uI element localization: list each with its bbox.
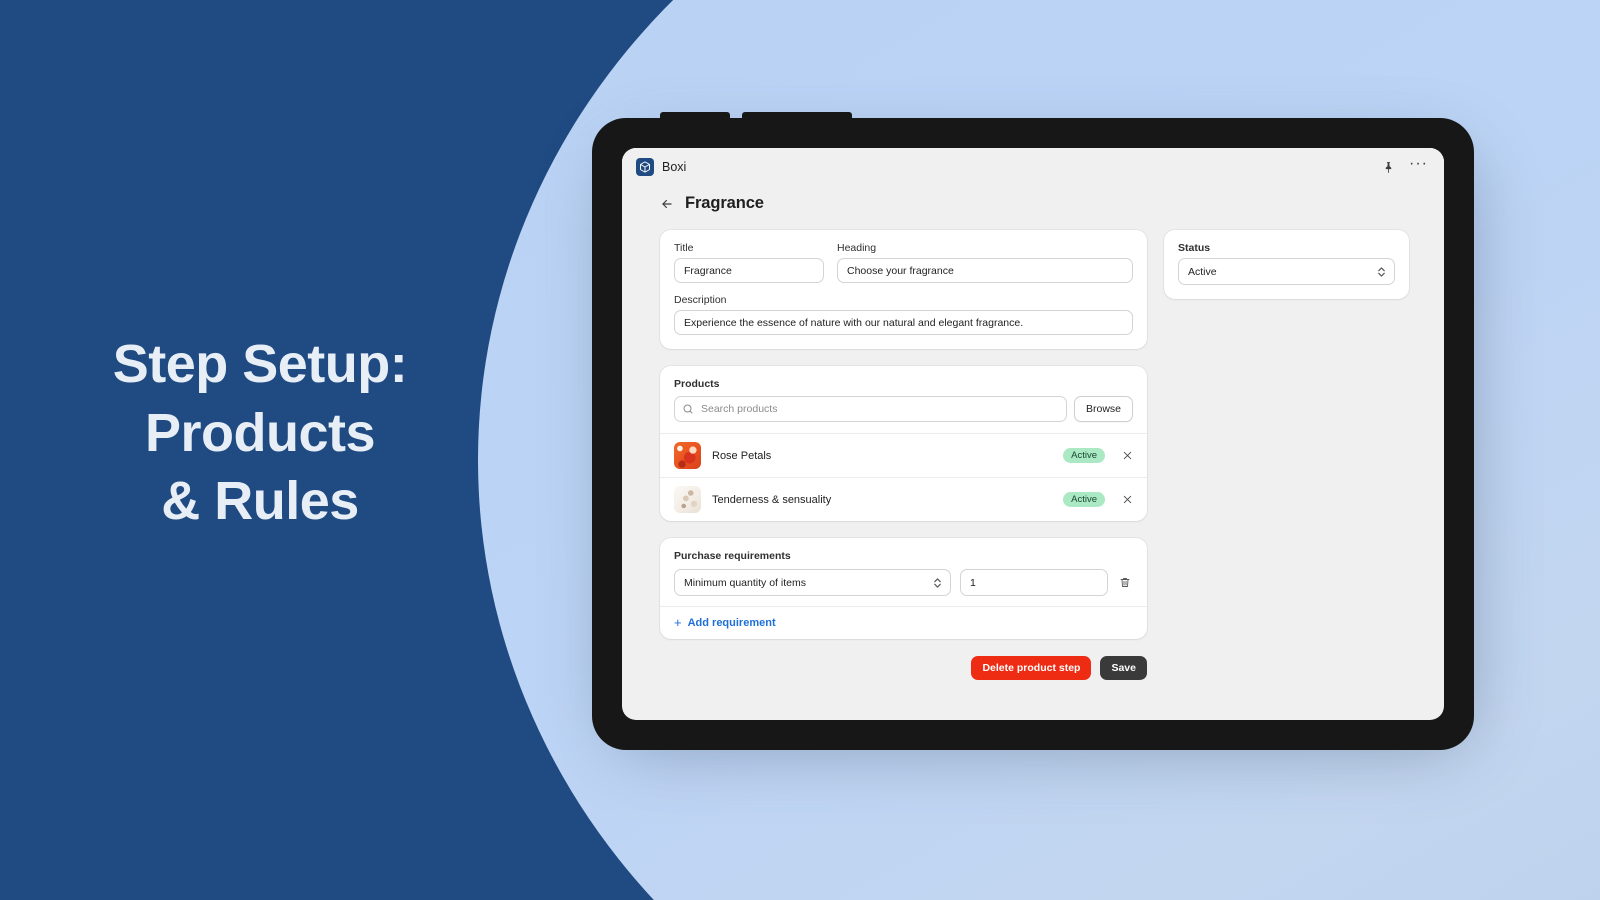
status-select[interactable]: Active	[1178, 258, 1395, 285]
requirements-heading: Purchase requirements	[674, 550, 791, 562]
title-field-group: Title	[674, 242, 824, 283]
search-input[interactable]	[674, 396, 1067, 422]
search-box	[674, 396, 1067, 422]
description-input[interactable]	[674, 310, 1133, 335]
box-3d-icon	[636, 158, 654, 176]
product-row-actions: Active	[1063, 448, 1133, 463]
status-badge: Active	[1063, 448, 1105, 463]
title-input[interactable]	[674, 258, 824, 283]
product-name: Tenderness & sensuality	[712, 493, 832, 506]
delete-product-step-button[interactable]: Delete product step	[971, 656, 1092, 680]
page-header: Fragrance	[660, 194, 1416, 213]
browse-button[interactable]: Browse	[1073, 396, 1133, 422]
add-requirement-button[interactable]: + Add requirement	[674, 616, 776, 629]
page-title: Fragrance	[685, 194, 764, 212]
title-label: Title	[674, 242, 694, 254]
products-card: Products Search products Browse Rose Pet…	[660, 366, 1147, 521]
close-icon[interactable]	[1122, 450, 1133, 461]
heading-input[interactable]	[837, 258, 1133, 283]
product-name: Rose Petals	[712, 449, 772, 462]
rose-petals-thumbnail	[674, 442, 701, 469]
tablet-device-frame: Boxi ··· Fragrance Title Fragrance Headi…	[592, 112, 1474, 750]
app-bar: Boxi ···	[622, 148, 1444, 186]
content-columns: Title Heading Description	[660, 230, 1416, 680]
hero-line-2: Products	[144, 402, 376, 463]
pin-icon[interactable]	[1382, 161, 1395, 174]
product-row-actions: Active	[1063, 492, 1133, 507]
chevron-updown-icon	[933, 576, 942, 589]
status-card: Status Active	[1164, 230, 1409, 299]
requirement-value-input[interactable]	[960, 569, 1108, 596]
app-brand-name: Boxi	[662, 160, 687, 174]
status-label: Status	[1178, 242, 1211, 254]
heading-field-group: Heading	[837, 242, 1133, 283]
products-search-row: Browse	[674, 396, 1133, 422]
step-details-card: Title Heading Description	[660, 230, 1147, 349]
more-horizontal-icon[interactable]: ···	[1409, 156, 1428, 174]
side-column: Status Active	[1164, 230, 1409, 316]
requirement-row: Minimum quantity of items	[674, 569, 1133, 596]
screenshot-stage: Step Setup: Products & Rules Boxi ··· Fr…	[0, 0, 1600, 900]
device-volume-button	[660, 112, 730, 120]
title-heading-row: Title Heading	[674, 242, 1133, 283]
close-icon[interactable]	[1122, 494, 1133, 505]
page-content: Fragrance Title Fragrance Heading Choose…	[622, 186, 1444, 680]
product-list-item[interactable]: Tenderness & sensuality Active	[660, 477, 1147, 521]
requirements-footer: + Add requirement	[660, 606, 1147, 639]
product-list-item[interactable]: Rose Petals Active	[660, 433, 1147, 477]
status-select-value: Active	[1178, 258, 1395, 285]
add-requirement-label: Add requirement	[687, 616, 776, 629]
save-button[interactable]: Save	[1100, 656, 1147, 680]
arrow-left-icon[interactable]	[660, 197, 674, 211]
requirement-type-value: Minimum quantity of items	[674, 569, 951, 596]
status-badge: Active	[1063, 492, 1105, 507]
main-column: Title Heading Description	[660, 230, 1147, 680]
products-header: Products Search products Browse	[660, 366, 1147, 433]
tablet-screen: Boxi ··· Fragrance Title Fragrance Headi…	[622, 148, 1444, 720]
footer-actions: Delete product step Save	[660, 656, 1147, 680]
hero-line-3: & Rules	[161, 471, 359, 532]
heading-label: Heading	[837, 242, 877, 254]
description-field-group: Description	[674, 294, 1133, 335]
requirements-header: Purchase requirements Minimum quantity o…	[660, 538, 1147, 606]
device-power-button	[742, 112, 852, 120]
tenderness-thumbnail	[674, 486, 701, 513]
plus-icon: +	[674, 615, 682, 630]
chevron-updown-icon	[1377, 265, 1386, 278]
trash-icon[interactable]	[1117, 576, 1133, 589]
requirement-type-select[interactable]: Minimum quantity of items	[674, 569, 951, 596]
purchase-requirements-card: Purchase requirements Minimum quantity o…	[660, 538, 1147, 639]
products-heading: Products	[674, 378, 720, 390]
search-icon	[682, 403, 694, 415]
description-label: Description	[674, 294, 727, 306]
hero-headline: Step Setup: Products & Rules	[0, 330, 520, 536]
app-brand: Boxi	[636, 158, 686, 176]
hero-line-1: Step Setup:	[112, 334, 408, 394]
app-bar-actions: ···	[1382, 156, 1428, 174]
